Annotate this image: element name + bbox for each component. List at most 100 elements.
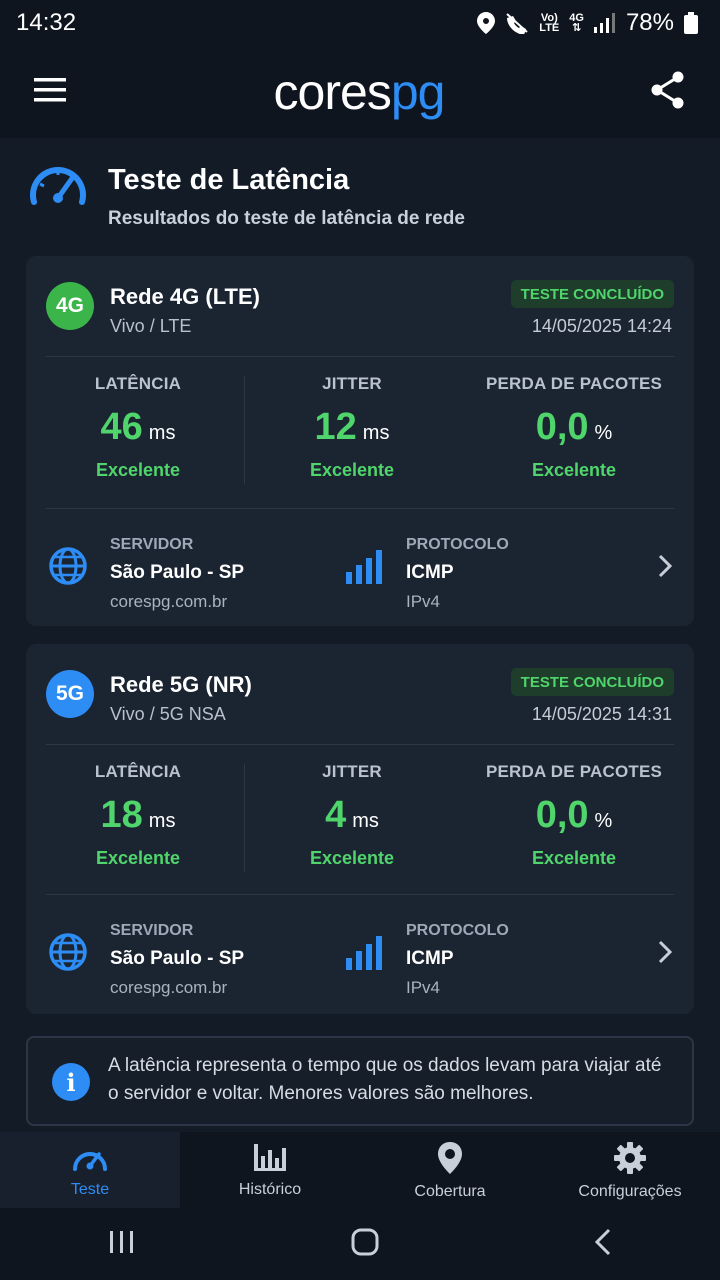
metric-value: 46 [100,406,143,448]
metric-rating: Excelente [531,460,617,480]
server-host: corespg.com.br [110,978,228,997]
metric-packet-loss: PERDA DE PACOTES 0,0% Excelente [474,762,674,869]
network-name: Rede 4G (LTE) [110,284,260,309]
divider [46,894,674,895]
info-note: i A latência representa o tempo que os d… [26,1036,694,1126]
metric-rating: Excelente [95,848,181,868]
location-pin-icon [437,1142,463,1179]
metric-value: 0,0 [535,406,589,448]
info-icon: i [52,1063,90,1101]
status-icons: Vo) LTE 4G ⇅ 78% [477,9,698,37]
server-label: SERVIDOR [110,536,194,553]
divider [46,356,674,357]
info-text: A latência representa o tempo que os dad… [108,1055,662,1104]
page-title: Teste de Latência [108,164,350,196]
page-subtitle: Resultados do teste de latência de rede [108,208,465,229]
home-icon[interactable] [351,1228,379,1261]
network-type-icon: 4G ⇅ [569,12,584,34]
speedometer-icon [28,162,88,211]
result-card-5g[interactable]: 5G Rede 5G (NR) Vivo / 5G NSA TESTE CONC… [26,644,694,1014]
bar-chart-icon [252,1142,288,1177]
server-name: São Paulo - SP [110,562,245,583]
metric-jitter: JITTER 12 ms Excelente [252,374,452,481]
battery-icon [684,12,698,34]
protocol-label: PROTOCOLO [406,536,509,553]
metric-value: 12 [314,406,357,448]
metric-label: LATÊNCIA [94,374,182,393]
chevron-right-icon[interactable] [658,940,673,969]
metric-value: 4 [325,794,347,836]
main-content: Teste de Latência Resultados do teste de… [0,138,720,1132]
system-nav-bar [0,1208,720,1280]
nav-item-historico[interactable]: Histórico [180,1132,360,1208]
page-header: Teste de Latência Resultados do teste de… [28,160,688,240]
metric-unit: ms [362,422,390,444]
network-badge-4g: 4G [46,282,94,330]
signal-bars-icon [346,936,384,975]
network-name: Rede 5G (NR) [110,672,252,697]
location-icon [477,12,496,34]
metric-value: 18 [100,794,143,836]
status-badge: TESTE CONCLUÍDO [510,668,674,696]
share-icon[interactable] [650,71,686,114]
metric-unit: % [594,422,613,444]
nav-label: Configurações [578,1183,682,1200]
chevron-right-icon[interactable] [658,554,673,583]
test-date: 14/05/2025 14:24 [531,316,672,336]
metric-unit: ms [352,810,379,832]
result-card-4g[interactable]: 4G Rede 4G (LTE) Vivo / LTE TESTE CONCLU… [26,256,694,626]
status-badge: TESTE CONCLUÍDO [510,280,674,308]
metric-jitter: JITTER 4 ms Excelente [252,762,452,869]
nav-label: Histórico [238,1181,302,1198]
protocol-version: IPv4 [406,592,441,611]
server-host: corespg.com.br [110,592,228,611]
globe-icon [48,932,88,977]
metric-rating: Excelente [309,848,395,868]
nav-item-configuracoes[interactable]: Configurações [540,1132,720,1208]
recent-apps-icon[interactable] [108,1230,136,1259]
metric-unit: % [594,810,613,832]
metric-rating: Excelente [309,460,395,480]
metric-unit: ms [148,810,176,832]
volte-icon: Vo) LTE [539,12,560,34]
metric-label: PERDA DE PACOTES [485,762,663,781]
metric-label: LATÊNCIA [94,762,182,781]
metric-value: 0,0 [535,794,589,836]
nav-item-teste[interactable]: Teste [0,1132,180,1208]
protocol-label: PROTOCOLO [406,922,509,939]
wifi-calling-icon [505,12,529,34]
metric-unit: ms [148,422,176,444]
protocol-name: ICMP [406,562,454,583]
network-badge-5g: 5G [46,670,94,718]
server-info-row[interactable]: SERVIDOR São Paulo - SP corespg.com.br P… [26,510,694,626]
protocol-name: ICMP [406,948,454,969]
protocol-version: IPv4 [406,978,441,997]
nav-item-cobertura[interactable]: Cobertura [360,1132,540,1208]
signal-strength-icon [593,13,616,33]
globe-icon [48,546,88,591]
gear-icon [614,1142,646,1179]
network-operator: Vivo / 5G NSA [110,704,226,724]
metric-latency: LATÊNCIA 46 ms Excelente [38,374,238,481]
signal-bars-icon [346,550,384,589]
server-label: SERVIDOR [110,922,194,939]
metric-latency: LATÊNCIA 18 ms Excelente [38,762,238,869]
metric-separator [244,376,245,484]
metric-rating: Excelente [95,460,181,480]
hamburger-menu-icon[interactable] [34,77,68,108]
status-bar: 14:32 Vo) LTE 4G ⇅ 78% [0,0,720,46]
back-icon[interactable] [594,1228,612,1261]
status-time: 14:32 [16,9,77,36]
divider [46,744,674,745]
metric-packet-loss: PERDA DE PACOTES 0,0% Excelente [474,374,674,481]
metric-label: JITTER [322,762,382,781]
nav-label: Teste [70,1181,110,1198]
nav-label: Cobertura [414,1183,486,1200]
server-info-row[interactable]: SERVIDOR São Paulo - SP corespg.com.br P… [26,896,694,1012]
divider [46,508,674,509]
bottom-nav: Teste Histórico Cobertura Configurações [0,1132,720,1208]
speedometer-icon [71,1142,109,1177]
battery-percent: 78% [625,9,674,36]
app-logo: corespg [273,64,446,120]
metric-separator [244,764,245,872]
